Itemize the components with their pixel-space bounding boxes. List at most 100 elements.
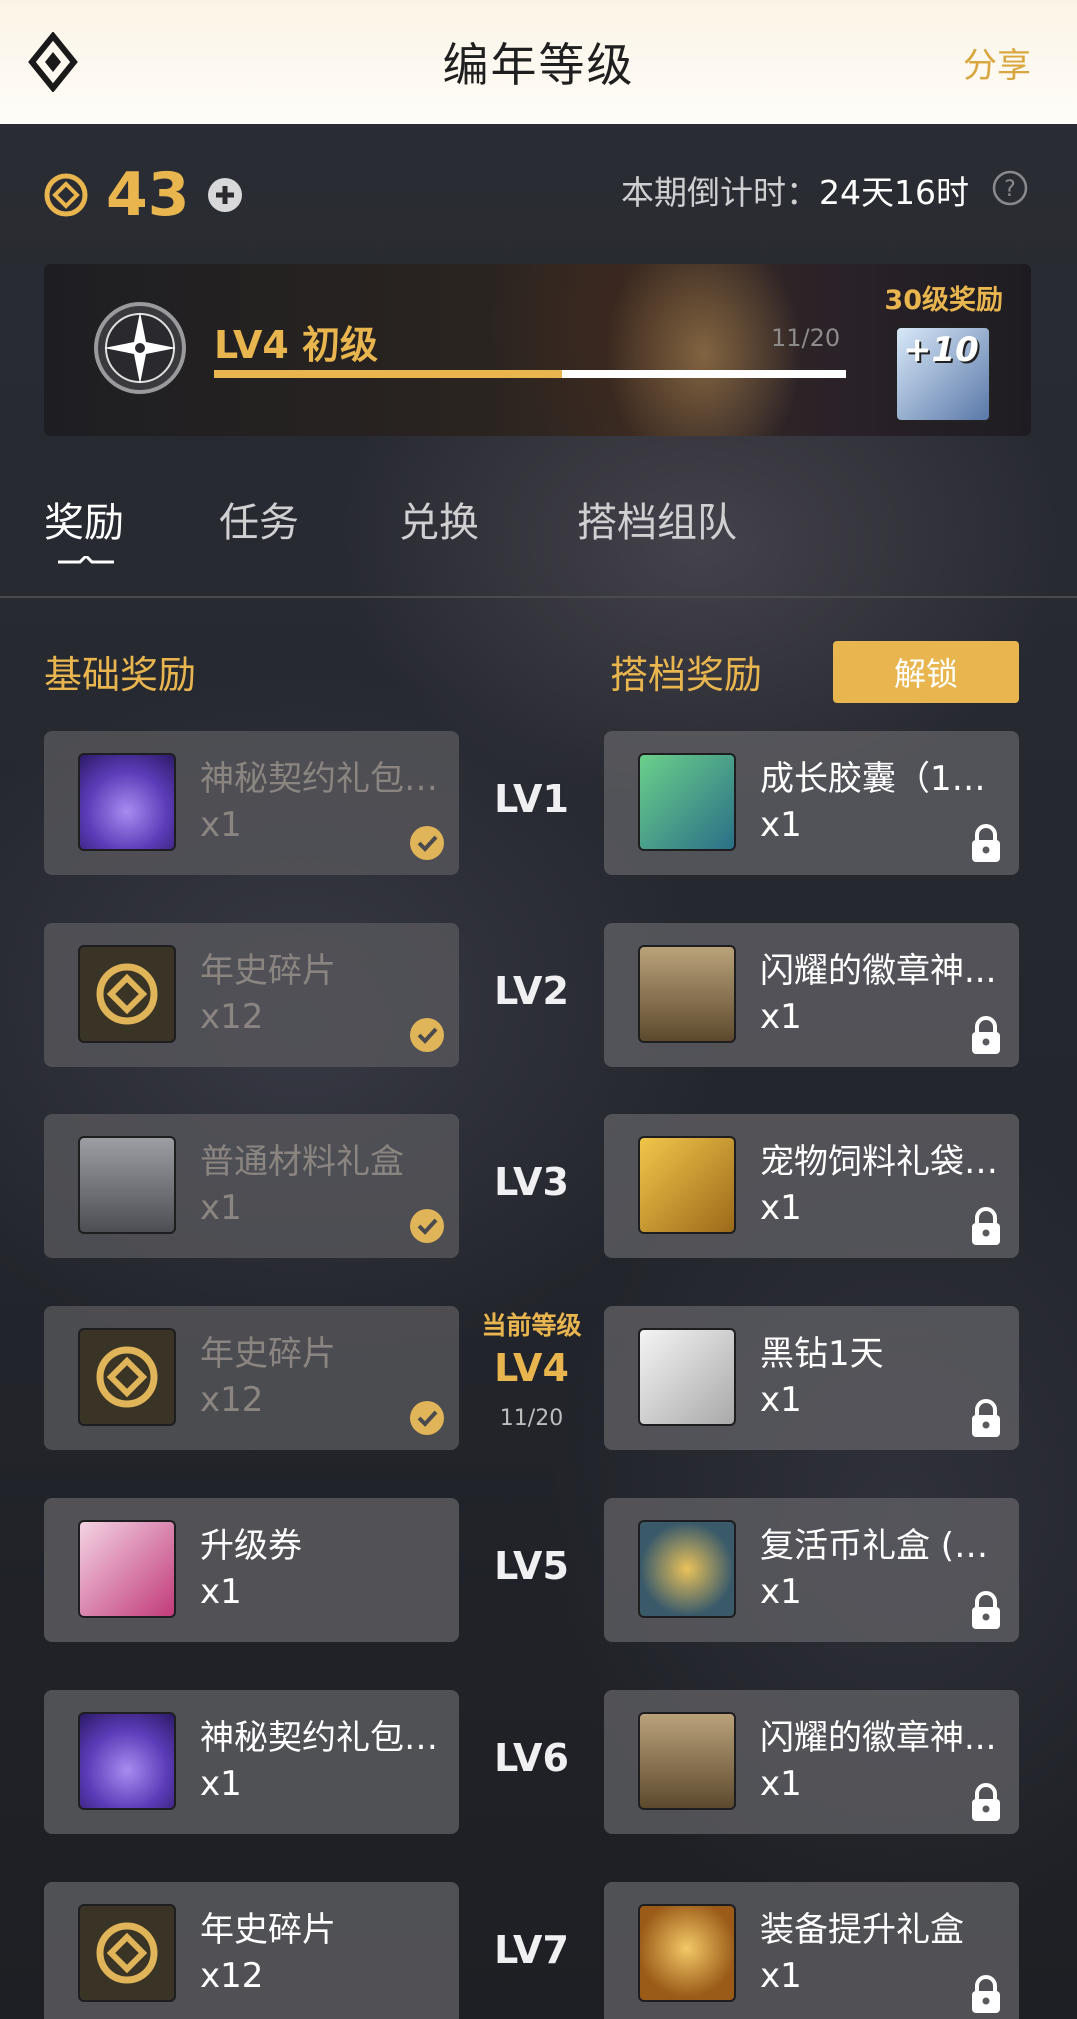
basic-reward-card[interactable]: 普通材料礼盒 x1 (44, 1114, 459, 1258)
tab-label: 奖励 (44, 500, 124, 546)
item-name: 宠物饲料礼袋 ... (760, 1142, 1005, 1182)
reward-row: 神秘契约礼包 ... x1 LV1 成长胶囊（10... x1 (0, 731, 1077, 875)
tab-label: 兑换 (399, 500, 479, 546)
add-points-icon[interactable] (206, 176, 244, 214)
item-quantity: x1 (200, 1188, 242, 1228)
divider (0, 596, 1077, 598)
item-name: 升级券 (200, 1526, 302, 1566)
claimed-check-icon (410, 1018, 444, 1052)
tab-exchange[interactable]: 兑换 (399, 490, 479, 548)
countdown: 本期倒计时： 24天16时 (621, 166, 969, 214)
item-name: 装备提升礼盒 (760, 1910, 964, 1950)
item-name: 成长胶囊（10... (760, 759, 1005, 799)
material-box-icon (78, 1136, 176, 1234)
basic-reward-card[interactable]: 神秘契约礼包 ... x1 (44, 731, 459, 875)
revive-coin-icon (638, 1520, 736, 1618)
compass-icon (94, 302, 186, 394)
basic-reward-card[interactable]: 年史碎片 x12 (44, 1306, 459, 1450)
level-label: LV5 (494, 1544, 569, 1588)
level-label: LV7 (494, 1928, 569, 1972)
item-quantity: x12 (200, 1380, 264, 1420)
basic-reward-card[interactable]: 升级券 x1 (44, 1498, 459, 1642)
partner-reward-card[interactable]: 闪耀的徽章神... x1 (604, 923, 1019, 1067)
points-display: 43 (44, 160, 244, 230)
level-banner: LV4 初级 11/20 30级奖励 +10 (44, 264, 1031, 436)
item-quantity: x1 (760, 1572, 802, 1612)
item-name: 复活币礼盒 (1... (760, 1526, 1005, 1566)
partner-reward-card[interactable]: 成长胶囊（10... x1 (604, 731, 1019, 875)
chronicle-coin-icon (44, 173, 88, 217)
level-label: LV3 (494, 1160, 569, 1204)
partner-rewards-title: 搭档奖励 (610, 653, 763, 697)
tab-bar: 奖励 任务 兑换 搭档组队 (44, 490, 737, 564)
equip-box-icon (638, 1904, 736, 2002)
mystic-bag-icon (78, 753, 176, 851)
basic-reward-card[interactable]: 神秘契约礼包 ... x1 (44, 1690, 459, 1834)
reward-badge: +10 (903, 330, 979, 370)
item-quantity: x1 (760, 1188, 802, 1228)
exp-capsule-icon (638, 753, 736, 851)
level-label: LV2 (494, 969, 569, 1013)
share-button[interactable]: 分享 (963, 38, 1031, 87)
item-quantity: x1 (200, 1764, 242, 1804)
tab-tasks[interactable]: 任务 (219, 490, 299, 548)
basic-reward-card[interactable]: 年史碎片 x12 (44, 1882, 459, 2019)
level-progress-bar (214, 370, 846, 378)
level-label: LV6 (494, 1736, 569, 1780)
item-quantity: x1 (760, 1380, 802, 1420)
item-name: 年史碎片 (200, 951, 336, 991)
top-bar: 编年等级 分享 (0, 0, 1077, 124)
badge-chest-icon (638, 1712, 736, 1810)
points-value: 43 (106, 160, 190, 230)
current-level-progress: 11/20 (499, 1406, 564, 1431)
item-quantity: x1 (760, 805, 802, 845)
item-name: 神秘契约礼包 ... (200, 759, 445, 799)
tab-rewards[interactable]: 奖励 (44, 490, 124, 564)
level30-reward-label: 30级奖励 (884, 285, 1003, 316)
item-name: 年史碎片 (200, 1334, 336, 1374)
partner-reward-card[interactable]: 复活币礼盒 (1... x1 (604, 1498, 1019, 1642)
countdown-label: 本期倒计时： (621, 173, 820, 212)
countdown-value: 24天16时 (819, 173, 969, 212)
reward-row: 升级券 x1 LV5 复活币礼盒 (1... x1 (0, 1498, 1077, 1642)
partner-reward-card[interactable]: 宠物饲料礼袋 ... x1 (604, 1114, 1019, 1258)
lock-icon (972, 1975, 1000, 2013)
unlock-button[interactable]: 解锁 (833, 641, 1019, 703)
reward-row: 神秘契约礼包 ... x1 LV6 闪耀的徽章神... x1 (0, 1690, 1077, 1834)
item-name: 黑钻1天 (760, 1334, 884, 1374)
level-name: LV4 初级 (214, 323, 379, 367)
item-name: 普通材料礼盒 (200, 1142, 404, 1182)
basic-reward-card[interactable]: 年史碎片 x12 (44, 923, 459, 1067)
tab-label: 任务 (219, 500, 299, 546)
reward-row: 年史碎片 x12 LV7 装备提升礼盒 x1 (0, 1882, 1077, 2019)
lock-icon (972, 1207, 1000, 1245)
tab-label: 搭档组队 (577, 500, 737, 546)
help-icon[interactable]: ? (991, 169, 1029, 207)
item-quantity: x12 (200, 997, 264, 1037)
tab-partner-team[interactable]: 搭档组队 (577, 490, 737, 548)
item-quantity: x1 (760, 997, 802, 1037)
page-title: 编年等级 (442, 38, 635, 92)
back-icon[interactable] (28, 32, 78, 92)
mystic-bag-icon (78, 1712, 176, 1810)
item-quantity: x1 (760, 1956, 802, 1996)
chronicle-shard-icon (78, 1328, 176, 1426)
basic-rewards-title: 基础奖励 (44, 653, 197, 697)
item-name: 闪耀的徽章神... (760, 1718, 997, 1758)
badge-chest-icon (638, 945, 736, 1043)
claimed-check-icon (410, 1401, 444, 1435)
item-name: 年史碎片 (200, 1910, 336, 1950)
partner-reward-card[interactable]: 闪耀的徽章神... x1 (604, 1690, 1019, 1834)
svg-text:?: ? (1004, 177, 1016, 202)
black-diamond-icon (638, 1328, 736, 1426)
lock-icon (972, 824, 1000, 862)
claimed-check-icon (410, 826, 444, 860)
partner-reward-card[interactable]: 装备提升礼盒 x1 (604, 1882, 1019, 2019)
partner-reward-card[interactable]: 黑钻1天 x1 (604, 1306, 1019, 1450)
item-quantity: x1 (760, 1764, 802, 1804)
level30-reward-icon[interactable]: +10 (895, 326, 991, 422)
level-progress-text: 11/20 (771, 324, 841, 352)
item-name: 闪耀的徽章神... (760, 951, 997, 991)
chronicle-shard-icon (78, 945, 176, 1043)
level-label: LV4 (494, 1346, 569, 1390)
